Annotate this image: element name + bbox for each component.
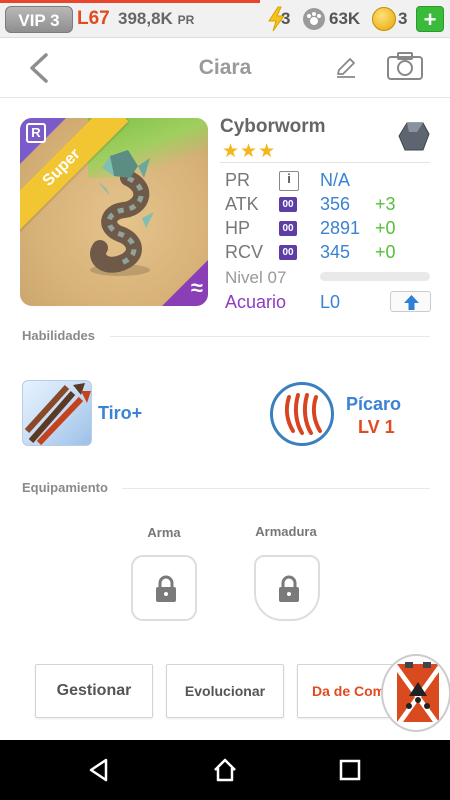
abilities-section-label: Habilidades: [22, 328, 95, 343]
upgrade-button[interactable]: [390, 291, 431, 312]
stat-label: HP: [225, 218, 251, 238]
armor-label: Armadura: [255, 524, 317, 539]
stat-bonus: +3: [375, 194, 396, 214]
rarity-letter: R: [26, 123, 46, 143]
coin-icon: [372, 7, 396, 31]
system-navigation-bar: [0, 740, 450, 800]
stat-label: RCV: [225, 242, 264, 262]
camera-icon[interactable]: [386, 51, 424, 81]
limit-level: L0: [320, 292, 341, 312]
stat-value: N/A: [320, 170, 351, 190]
stat-row-hp: HP 00 2891 +0: [225, 218, 435, 242]
monster-name: Cyborworm: [220, 116, 326, 137]
power-unit: PR: [177, 13, 195, 27]
equipment-section-label: Equipamiento: [22, 480, 108, 495]
power-rating: 398,8K PR: [118, 9, 194, 29]
stat-value: 2891: [320, 218, 361, 238]
page-title: Ciara: [198, 56, 252, 79]
stat-label: PR: [225, 170, 251, 190]
arrows-icon: [24, 383, 91, 445]
stat-row-rcv: RCV 00 345 +0: [225, 242, 435, 266]
edit-pencil-icon[interactable]: [334, 55, 358, 79]
stat-potential-icon: 00: [279, 245, 297, 260]
power-value: 398,8K: [118, 9, 173, 28]
stat-bonus: +0: [375, 242, 396, 262]
paw-icon: [303, 8, 325, 30]
monster-element: Acuario: [225, 292, 287, 312]
add-currency-button[interactable]: +: [416, 6, 444, 32]
abilities-divider: [110, 336, 430, 337]
info-divider: [220, 162, 430, 163]
water-element-icon: ≈: [190, 275, 203, 300]
page-header: Ciara: [0, 38, 450, 98]
weapon-label: Arma: [147, 525, 181, 540]
passive-skill-level: LV 1: [358, 417, 395, 437]
energy-count: 3: [281, 9, 291, 28]
monster-portrait[interactable]: Super R ≈: [20, 118, 208, 306]
stat-row-atk: ATK 00 356 +3: [225, 194, 435, 218]
monster-image: [90, 150, 154, 276]
rarity-stars: ★★★: [222, 141, 277, 162]
player-level: L67: [77, 8, 110, 29]
top-status-bar: VIP 3 L67 398,8K PR 3 63K 3 +: [0, 0, 450, 38]
stat-value: 345: [320, 242, 351, 262]
armor-slot[interactable]: [254, 555, 320, 621]
recent-apps-icon[interactable]: [337, 757, 363, 783]
passive-skill-icon[interactable]: [270, 382, 334, 446]
info-icon[interactable]: i: [279, 171, 299, 191]
passive-skill-name[interactable]: Pícaro: [346, 394, 401, 415]
vip-badge[interactable]: VIP 3: [5, 6, 73, 33]
stat-label: ATK: [225, 194, 259, 214]
stat-value: 356: [320, 194, 351, 214]
level-progress-bar: [320, 272, 430, 281]
monster-level: Nivel 07: [225, 268, 287, 287]
weapon-slot[interactable]: [131, 555, 197, 621]
guild-emblem-icon[interactable]: [381, 654, 450, 732]
lock-icon: [156, 575, 176, 602]
equipment-divider: [122, 488, 430, 489]
evolve-button[interactable]: Evolucionar: [166, 664, 284, 718]
stat-row-pr: PR i N/A: [225, 170, 435, 194]
stat-potential-icon: 00: [279, 221, 297, 236]
stat-bonus: +0: [375, 218, 396, 238]
coin-count: 3: [398, 9, 408, 28]
home-icon[interactable]: [212, 757, 238, 783]
emblem-graphic: [397, 662, 439, 722]
manage-button[interactable]: Gestionar: [35, 664, 153, 718]
food-count: 63K: [329, 9, 361, 28]
evolution-stone-icon[interactable]: [397, 120, 431, 154]
back-triangle-icon[interactable]: [86, 757, 112, 783]
active-skill-name[interactable]: Tiro+: [98, 403, 142, 424]
progress-line: [0, 0, 260, 3]
stat-potential-icon: 00: [279, 197, 297, 212]
active-skill-icon[interactable]: [22, 380, 92, 446]
claw-icon: [284, 393, 322, 435]
arrow-up-icon: [404, 295, 419, 310]
lock-icon: [279, 575, 299, 602]
